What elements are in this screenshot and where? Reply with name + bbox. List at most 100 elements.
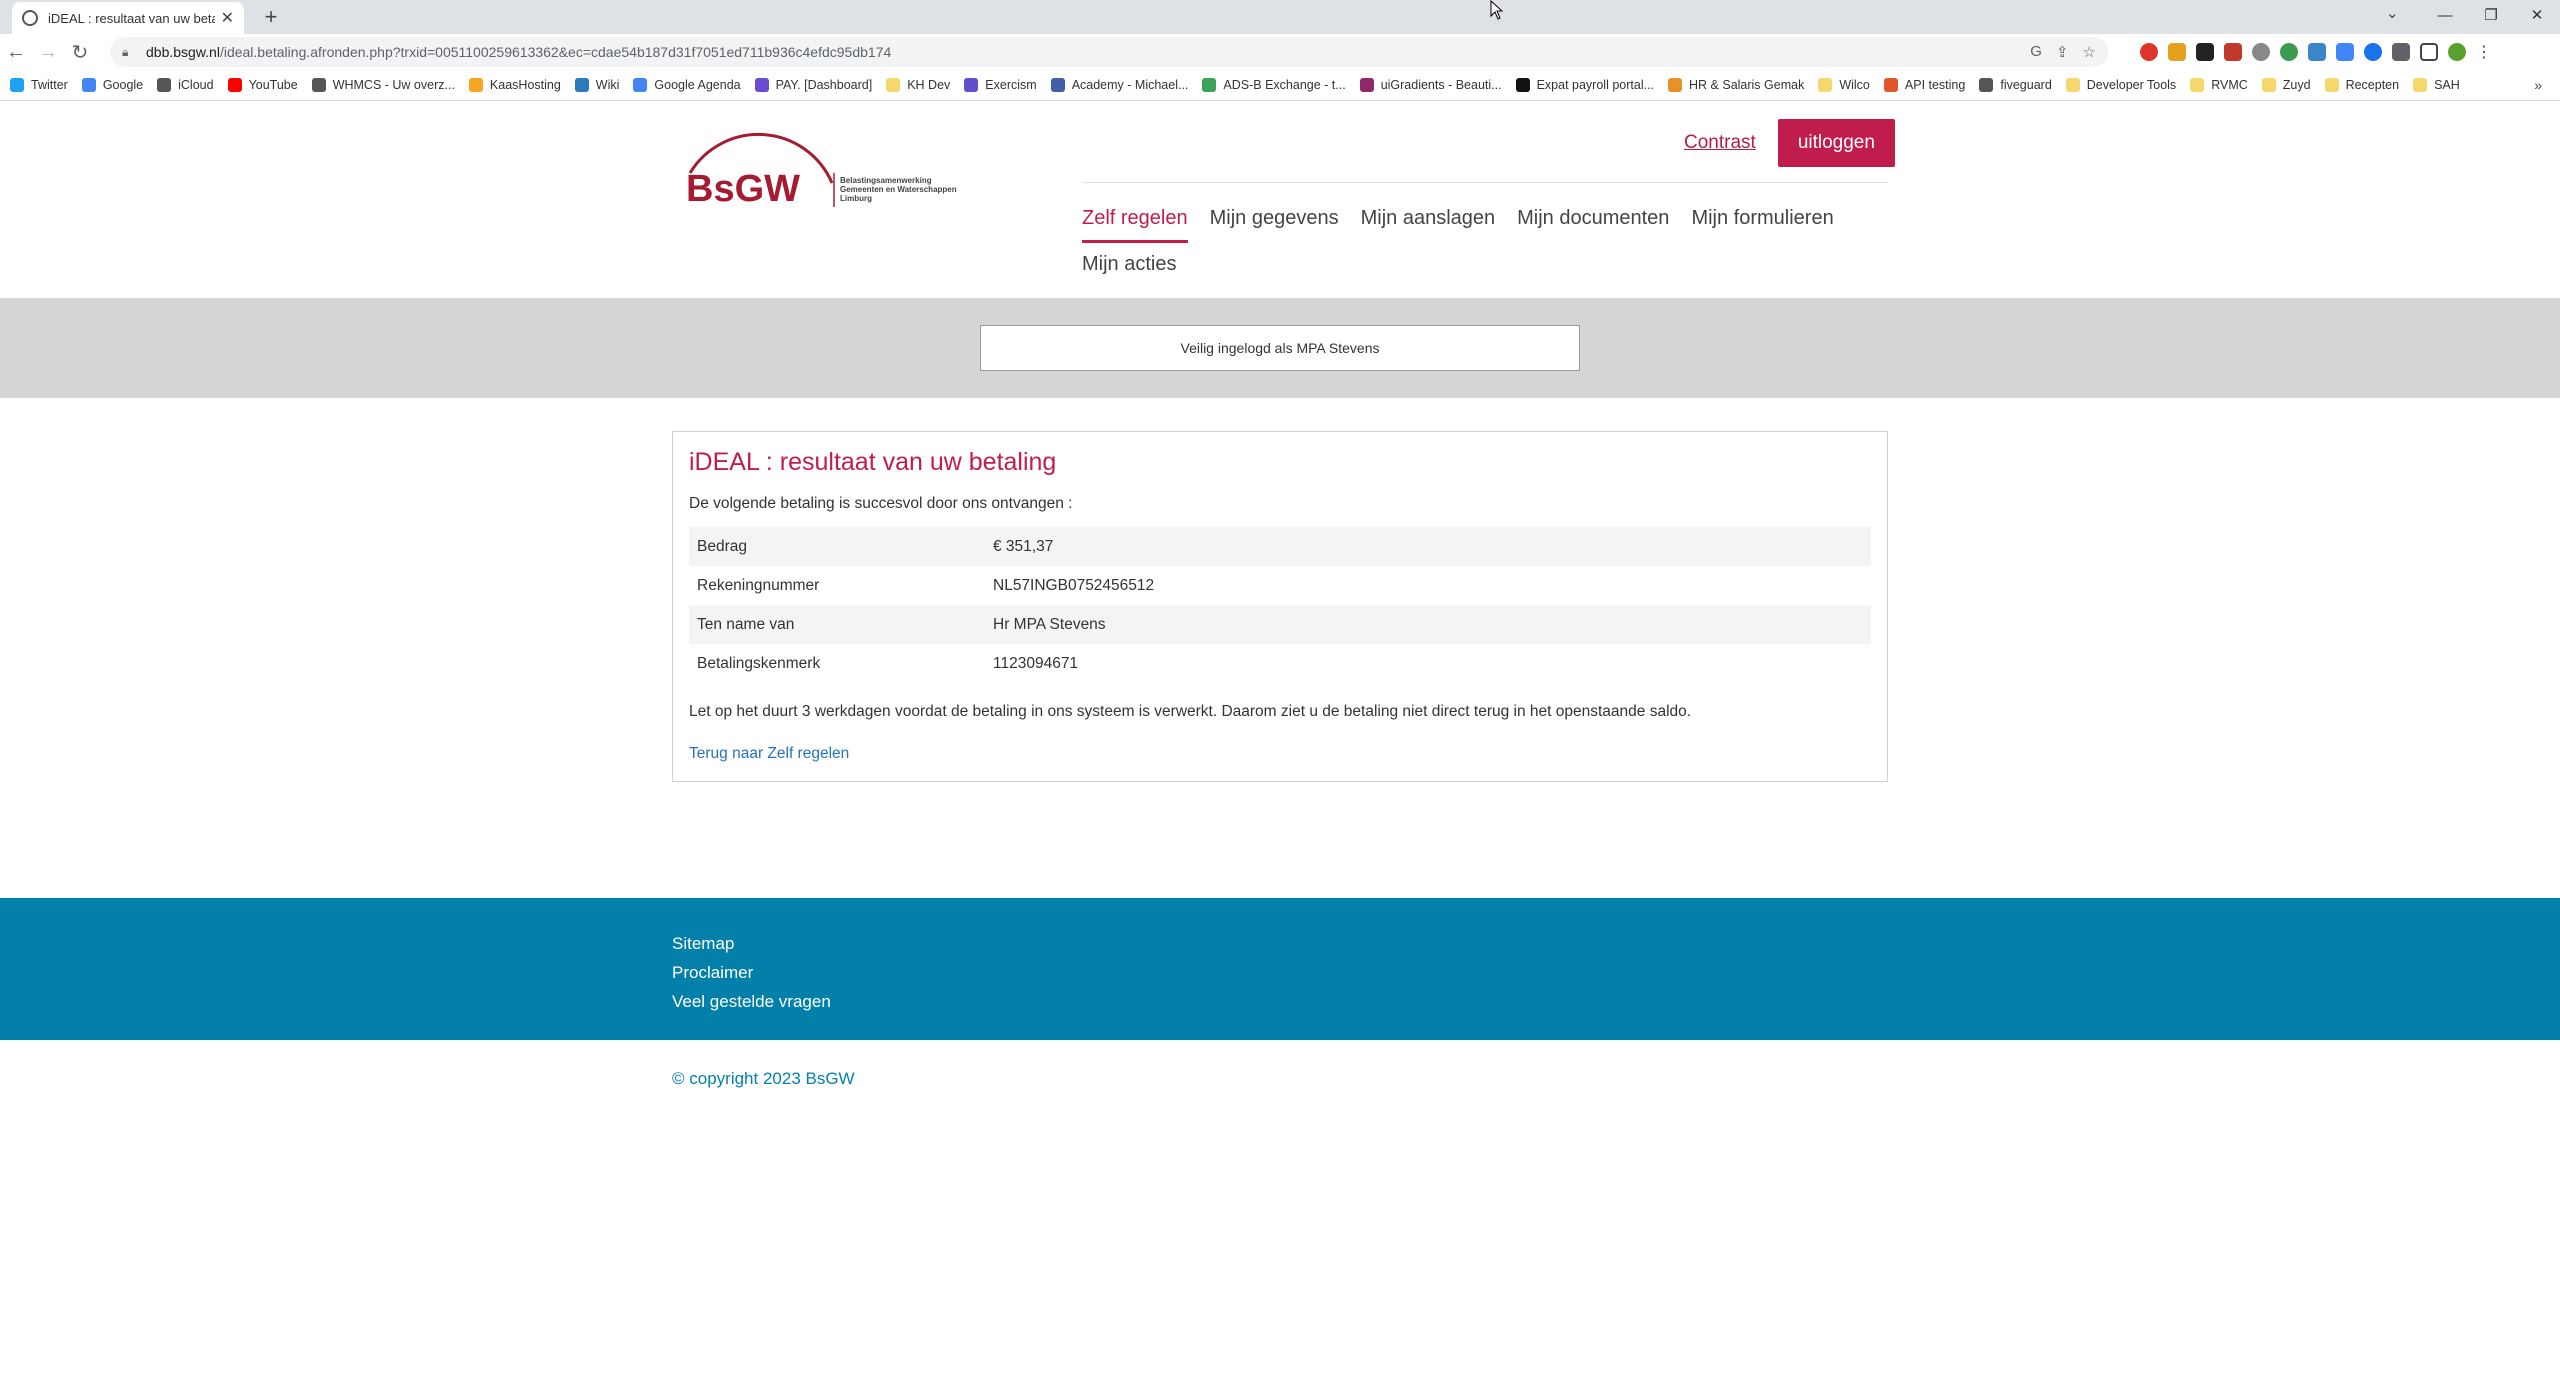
bookmark-item[interactable]: Developer Tools (2065, 78, 2176, 92)
adblock-icon[interactable] (2140, 43, 2158, 61)
nav-item[interactable]: Mijn gegevens (1210, 207, 1339, 243)
bookmark-favicon-icon (574, 78, 589, 92)
tab-active[interactable]: iDEAL : resultaat van uw betaling ✕ (12, 2, 244, 34)
bookmark-label: Twitter (31, 78, 68, 92)
extension-icon[interactable] (2364, 43, 2382, 61)
bookmarks-overflow-icon[interactable]: » (2534, 77, 2542, 93)
row-value: € 351,37 (993, 537, 1054, 555)
payment-result-panel: iDEAL : resultaat van uw betaling De vol… (672, 431, 1888, 782)
logo-text: BsGW (686, 168, 800, 210)
bookmark-star-icon[interactable]: ☆ (2083, 43, 2096, 61)
lock-icon: 🔒︎ (122, 45, 129, 59)
bookmark-favicon-icon (468, 78, 483, 92)
extension-icon[interactable] (2252, 43, 2270, 61)
nav-item[interactable]: Mijn documenten (1517, 207, 1669, 243)
header-divider (1082, 182, 1888, 183)
bookmark-item[interactable]: Wilco (1818, 78, 1870, 92)
bookmark-item[interactable]: Recepten (2324, 78, 2399, 92)
extension-icon[interactable] (2196, 43, 2214, 61)
bookmark-item[interactable]: Zuyd (2261, 78, 2311, 92)
contrast-link[interactable]: Contrast (1684, 132, 1756, 154)
bookmark-label: WHMCS - Uw overz... (332, 78, 455, 92)
bookmark-item[interactable]: PAY. [Dashboard] (754, 78, 873, 92)
bookmark-item[interactable]: API testing (1883, 78, 1965, 92)
bookmark-item[interactable]: SAH (2413, 78, 2460, 92)
footer-link[interactable]: Veel gestelde vragen (672, 992, 2560, 1012)
bookmark-item[interactable]: Google (81, 78, 144, 92)
extension-icon[interactable] (2224, 43, 2242, 61)
nav-item[interactable]: Mijn aanslagen (1361, 207, 1496, 243)
nav-row: Zelf regelen Mijn gegevens Mijn aanslagen M… (1082, 207, 1902, 243)
reload-icon[interactable]: ↻ (64, 36, 96, 68)
bookmark-favicon-icon (2324, 78, 2339, 92)
bookmark-item[interactable]: fiveguard (1979, 78, 2052, 92)
bookmark-label: HR & Salaris Gemak (1689, 78, 1805, 92)
bookmark-favicon-icon (1668, 78, 1683, 92)
bookmark-item[interactable]: Exercism (964, 78, 1037, 92)
bookmark-label: PAY. [Dashboard] (775, 78, 873, 92)
row-label: Betalingskenmerk (697, 654, 821, 672)
profile-avatar[interactable] (2448, 43, 2466, 61)
bookmark-favicon-icon (633, 78, 648, 92)
bookmark-label: Exercism (985, 78, 1037, 92)
bsgw-logo[interactable]: BsGW Belastingsamenwerking Gemeenten en … (672, 123, 992, 213)
extension-icon[interactable] (2336, 43, 2354, 61)
bookmark-item[interactable]: Academy - Michael... (1050, 78, 1188, 92)
address-bar[interactable]: 🔒︎ dbb.bsgw.nl/ideal.betaling.afronden.p… (110, 37, 2108, 67)
share-icon[interactable]: ⇪ (2056, 43, 2069, 61)
close-icon[interactable]: ✕ (221, 8, 234, 28)
footer-link[interactable]: Proclaimer (672, 963, 2560, 983)
login-status: Veilig ingelogd als MPA Stevens (980, 325, 1580, 371)
bookmark-favicon-icon (10, 78, 24, 92)
tab-search-icon[interactable]: ⌄ (2386, 4, 2399, 22)
logout-button[interactable]: uitloggen (1777, 119, 1895, 167)
sidepanel-icon[interactable] (2420, 43, 2438, 61)
forward-icon[interactable]: → (32, 36, 64, 68)
bookmark-favicon-icon (2413, 78, 2428, 92)
table-row: Bedrag € 351,37 (689, 527, 1871, 566)
bookmark-label: SAH (2434, 78, 2460, 92)
bookmark-item[interactable]: Wiki (574, 78, 619, 92)
site-footer: Sitemap Proclaimer Veel gestelde vragen (0, 898, 2560, 1040)
bookmark-label: YouTube (248, 78, 298, 92)
row-label: Rekeningnummer (697, 576, 820, 594)
bookmark-item[interactable]: Twitter (10, 78, 68, 92)
bookmark-item[interactable]: iCloud (157, 78, 214, 92)
google-translate-icon[interactable]: G (2030, 43, 2042, 61)
puzzle-icon[interactable] (2392, 43, 2410, 61)
tab-strip: iDEAL : resultaat van uw betaling ✕ + ⌄ … (0, 0, 2560, 34)
bookmark-item[interactable]: YouTube (227, 78, 298, 92)
bookmark-item[interactable]: WHMCS - Uw overz... (311, 78, 455, 92)
bookmark-item[interactable]: Expat payroll portal... (1515, 78, 1654, 92)
bookmark-item[interactable]: Google Agenda (633, 78, 741, 92)
extension-icon[interactable] (2168, 43, 2186, 61)
restore-icon[interactable]: ❐ (2468, 0, 2514, 30)
bookmark-label: Google (102, 78, 144, 92)
bookmark-label: RVMC (2211, 78, 2248, 92)
back-to-zelf-regelen-link[interactable]: Terug naar Zelf regelen (689, 745, 849, 763)
extension-icon[interactable] (2308, 43, 2326, 61)
bookmark-item[interactable]: KaasHosting (468, 78, 561, 92)
bookmark-item[interactable]: KH Dev (886, 78, 950, 92)
bookmark-favicon-icon (1979, 78, 1994, 92)
row-value: Hr MPA Stevens (993, 615, 1106, 633)
bookmark-item[interactable]: uiGradients - Beauti... (1359, 78, 1502, 92)
bookmark-label: KH Dev (907, 78, 951, 92)
mouse-cursor-icon (1490, 0, 1504, 20)
bookmark-favicon-icon (2261, 78, 2276, 92)
bookmark-item[interactable]: RVMC (2190, 78, 2248, 92)
page-title: iDEAL : resultaat van uw betaling (689, 448, 1057, 476)
new-tab-button[interactable]: + (258, 4, 284, 30)
menu-dots-icon[interactable]: ⋮ (2476, 42, 2492, 62)
nav-item[interactable]: Mijn formulieren (1691, 207, 1833, 243)
back-icon[interactable]: ← (0, 36, 32, 68)
bookmark-item[interactable]: HR & Salaris Gemak (1668, 78, 1804, 92)
close-window-icon[interactable]: ✕ (2514, 0, 2560, 30)
footer-link[interactable]: Sitemap (672, 934, 2560, 954)
nav-item[interactable]: Mijn acties (1082, 253, 1176, 286)
bookmark-item[interactable]: ADS-B Exchange - t... (1202, 78, 1346, 92)
nav-item[interactable]: Zelf regelen (1082, 207, 1188, 243)
extension-icon[interactable] (2280, 43, 2298, 61)
minimize-icon[interactable]: — (2422, 0, 2468, 30)
bookmark-label: iCloud (178, 78, 214, 92)
